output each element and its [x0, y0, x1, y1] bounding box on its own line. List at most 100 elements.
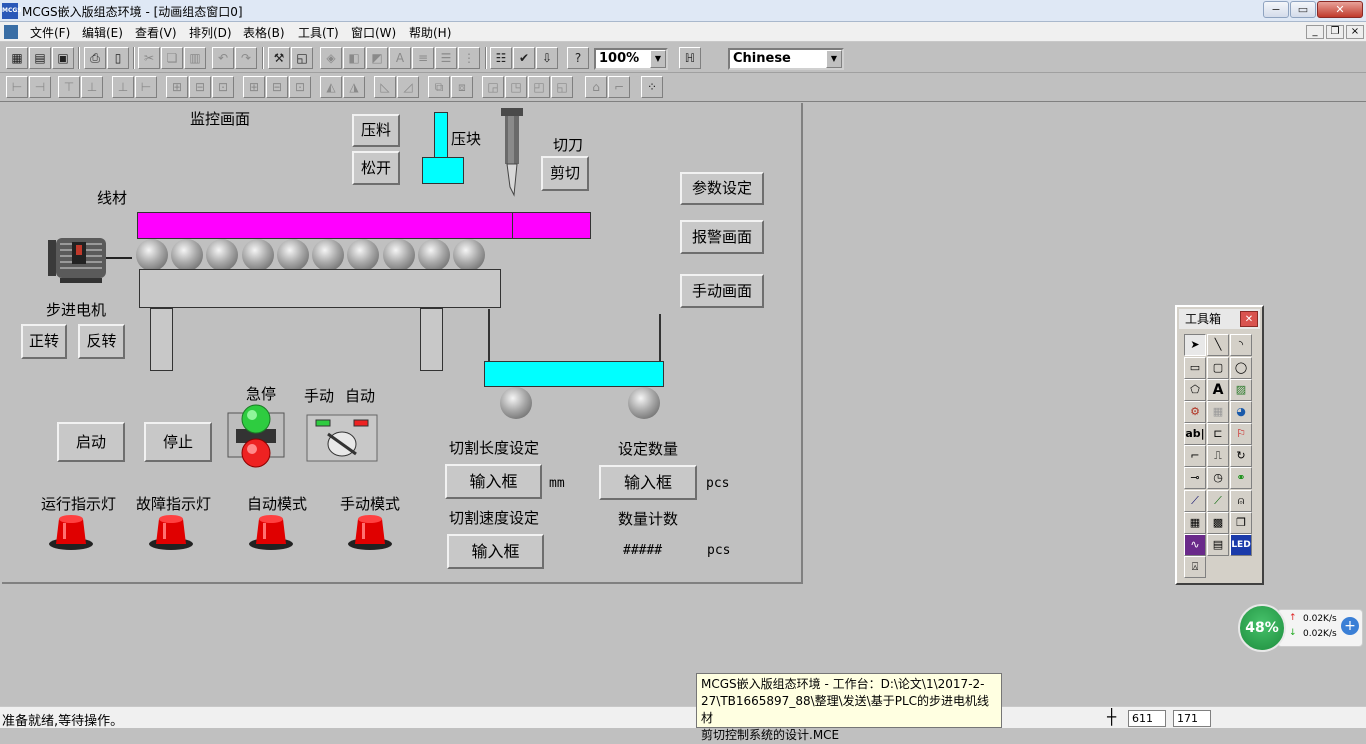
minimize-button[interactable]: −: [1263, 1, 1289, 18]
mdi-restore-button[interactable]: ❐: [1326, 25, 1344, 39]
rotate-tool-icon[interactable]: ↻: [1230, 445, 1252, 467]
stop-button[interactable]: 停止: [144, 422, 212, 462]
workspace-icon[interactable]: ▦: [6, 47, 28, 69]
save-icon[interactable]: ▣: [52, 47, 74, 69]
redo-icon[interactable]: ↷: [235, 47, 257, 69]
menu-window[interactable]: 窗口(W): [351, 24, 396, 41]
check-icon[interactable]: ✔: [513, 47, 535, 69]
forward-button[interactable]: 正转: [21, 324, 67, 359]
flow-tool-icon[interactable]: ⚙: [1184, 401, 1206, 423]
group-icon[interactable]: ⧉: [428, 76, 450, 98]
arc-tool-icon[interactable]: ◝: [1230, 334, 1252, 356]
corner-tool-icon[interactable]: ⌐: [1184, 445, 1206, 467]
ellipse-tool-icon[interactable]: ◯: [1230, 357, 1252, 379]
tools-icon[interactable]: ⚒: [268, 47, 290, 69]
led-tool-icon[interactable]: LED: [1230, 534, 1252, 556]
align-top-icon[interactable]: ⊤: [58, 76, 80, 98]
space-h-icon[interactable]: ⊞: [243, 76, 265, 98]
layer-tool-icon[interactable]: ❐: [1230, 512, 1252, 534]
polygon-tool-icon[interactable]: ⬠: [1184, 379, 1206, 401]
menu-arrange[interactable]: 排列(D): [189, 24, 232, 41]
menu-tools[interactable]: 工具(T): [298, 24, 339, 41]
print-icon[interactable]: ⎙: [84, 47, 106, 69]
reverse-button[interactable]: 反转: [78, 324, 125, 359]
menu-file[interactable]: 文件(F): [30, 24, 70, 41]
print-preview-icon[interactable]: ▯: [107, 47, 129, 69]
start-button[interactable]: 启动: [57, 422, 125, 462]
design-canvas[interactable]: 监控画面 压料 松开 压块 切刀 剪切 参数设定 报警画面 手动画面 线材 步进…: [2, 103, 803, 584]
rotate-right-icon[interactable]: ◿: [397, 76, 419, 98]
memory-usage-ball[interactable]: 48%: [1238, 604, 1286, 652]
document-icon[interactable]: [4, 25, 18, 39]
same-width-icon[interactable]: ⊞: [166, 76, 188, 98]
toolbox-close-button[interactable]: ✕: [1240, 311, 1258, 327]
grid-dots-icon[interactable]: ⁘: [641, 76, 663, 98]
ungroup-icon[interactable]: ⧈: [451, 76, 473, 98]
flip-h-icon[interactable]: ◭: [320, 76, 342, 98]
set-quantity-input[interactable]: 输入框: [599, 465, 697, 500]
bring-front-icon[interactable]: ◲: [482, 76, 504, 98]
same-height-icon[interactable]: ⊟: [189, 76, 211, 98]
release-button[interactable]: 松开: [352, 151, 400, 185]
close-button[interactable]: ✕: [1317, 1, 1363, 18]
component-tool-icon[interactable]: ▦: [1207, 401, 1229, 423]
align-left-icon[interactable]: ⊢: [6, 76, 28, 98]
mdi-close-button[interactable]: ×: [1346, 25, 1364, 39]
copy-icon[interactable]: ❏: [161, 47, 183, 69]
align-right-icon[interactable]: ⊣: [29, 76, 51, 98]
rotate-left-icon[interactable]: ◺: [374, 76, 396, 98]
grid-icon[interactable]: ⋮: [458, 47, 480, 69]
line-style-icon[interactable]: ≡: [412, 47, 434, 69]
help-pointer-icon[interactable]: ?: [567, 47, 589, 69]
rectangle-tool-icon[interactable]: ▭: [1184, 357, 1206, 379]
params-button[interactable]: 参数设定: [680, 172, 764, 205]
table-tool-icon[interactable]: ▦: [1184, 512, 1206, 534]
font-icon[interactable]: A: [389, 47, 411, 69]
slider-tool-icon[interactable]: ⊏: [1207, 423, 1229, 445]
frame-icon[interactable]: ◱: [291, 47, 313, 69]
layer-icon[interactable]: ◈: [320, 47, 342, 69]
send-back-icon[interactable]: ◳: [505, 76, 527, 98]
rounded-rect-tool-icon[interactable]: ▢: [1207, 357, 1229, 379]
mode-selector-switch[interactable]: [306, 414, 378, 462]
undo-icon[interactable]: ↶: [212, 47, 234, 69]
alarm-tool-icon[interactable]: ⚐: [1230, 423, 1252, 445]
maximize-button[interactable]: ▭: [1290, 1, 1316, 18]
cut-button[interactable]: 剪切: [541, 156, 589, 191]
curve-tool-icon[interactable]: ∿: [1184, 534, 1206, 556]
line-color-icon[interactable]: ◩: [366, 47, 388, 69]
mdi-minimize-button[interactable]: _: [1306, 25, 1324, 39]
network-widget[interactable]: 48% ↑ 0.02K/s ↓ 0.02K/s +: [1237, 603, 1363, 652]
gauge-tool-icon[interactable]: ◷: [1207, 467, 1229, 489]
alarm-button[interactable]: 报警画面: [680, 220, 764, 254]
unlock-icon[interactable]: ⌐: [608, 76, 630, 98]
menu-edit[interactable]: 编辑(E): [82, 24, 123, 41]
press-button[interactable]: 压料: [352, 114, 400, 147]
forward-icon[interactable]: ◰: [528, 76, 550, 98]
space-v-icon[interactable]: ⊟: [266, 76, 288, 98]
menu-view[interactable]: 查看(V): [135, 24, 177, 41]
properties-icon[interactable]: ☷: [490, 47, 512, 69]
pipe-tool-icon[interactable]: ⊸: [1184, 467, 1206, 489]
library-tool-icon[interactable]: ◕: [1230, 401, 1252, 423]
plus-icon[interactable]: +: [1341, 617, 1359, 635]
history-trend-tool-icon[interactable]: ⟋: [1207, 490, 1229, 512]
report-tool-icon[interactable]: ▤: [1207, 534, 1229, 556]
download-icon[interactable]: ⇩: [536, 47, 558, 69]
frame-tool-icon[interactable]: ⍓: [1184, 556, 1206, 578]
step-tool-icon[interactable]: ⎍: [1207, 445, 1229, 467]
selector-tool-icon[interactable]: ⚭: [1230, 467, 1252, 489]
language-select[interactable]: Chinese ▼: [728, 48, 844, 70]
input-box-tool-icon[interactable]: ab|: [1184, 423, 1206, 445]
flip-v-icon[interactable]: ◮: [343, 76, 365, 98]
language-icon[interactable]: ℍ: [679, 47, 701, 69]
center-v-icon[interactable]: ⊢: [135, 76, 157, 98]
menu-help[interactable]: 帮助(H): [409, 24, 451, 41]
backward-icon[interactable]: ◱: [551, 76, 573, 98]
zoom-select[interactable]: 100% ▼: [594, 48, 668, 70]
trend-tool-icon[interactable]: ⟋: [1184, 490, 1206, 512]
data-table-tool-icon[interactable]: ▩: [1207, 512, 1229, 534]
menu-table[interactable]: 表格(B): [243, 24, 285, 41]
text-tool-icon[interactable]: A: [1207, 379, 1229, 401]
manual-screen-button[interactable]: 手动画面: [680, 274, 764, 308]
